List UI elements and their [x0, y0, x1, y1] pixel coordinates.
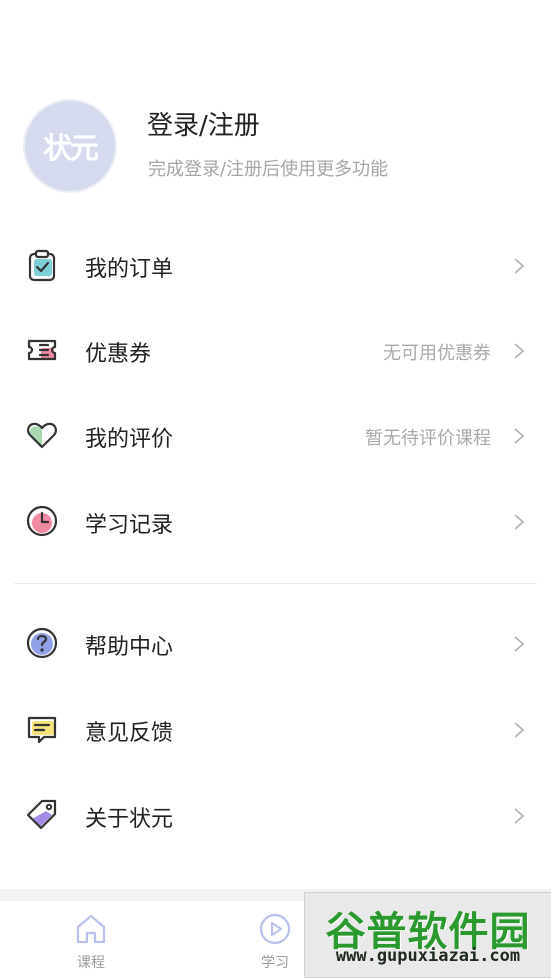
tab-label: 课程: [77, 955, 105, 971]
chevron-right-icon: [514, 428, 525, 444]
menu-item-reviews[interactable]: 我的评价 暂无待评价课程: [0, 400, 551, 470]
tag-icon: [26, 799, 57, 830]
menu-label: 帮助中心: [85, 635, 174, 660]
chevron-right-icon: [514, 722, 525, 738]
feedback-message-icon: [27, 716, 57, 744]
menu-value: 无可用优惠券: [383, 343, 491, 364]
menu-item-coupons[interactable]: 优惠券 无可用优惠券: [0, 315, 551, 385]
chevron-right-icon: [514, 258, 525, 274]
help-question-icon: [26, 627, 58, 659]
home-icon: [76, 914, 106, 944]
menu-item-feedback[interactable]: 意见反馈: [0, 694, 551, 764]
avatar[interactable]: 状元: [25, 101, 115, 191]
menu-value: 暂无待评价课程: [365, 428, 491, 449]
menu-item-help-center[interactable]: 帮助中心: [0, 608, 551, 678]
heart-icon: [26, 422, 58, 449]
menu-item-about[interactable]: 关于状元: [0, 780, 551, 850]
login-register-subtitle: 完成登录/注册后使用更多功能: [148, 159, 389, 180]
watermark-url: www.gupuxiazai.com: [335, 946, 521, 966]
menu-item-study-records[interactable]: 学习记录: [0, 486, 551, 556]
watermark-banner: 谷普软件园 www.gupuxiazai.com: [304, 892, 551, 978]
chevron-right-icon: [514, 808, 525, 824]
play-circle-icon: [259, 913, 291, 945]
tab-courses[interactable]: 课程: [31, 901, 151, 979]
avatar-text: 状元: [42, 131, 99, 165]
section-divider: [14, 583, 537, 584]
menu-label: 我的评价: [85, 427, 174, 452]
order-clipboard-icon: [28, 249, 56, 282]
menu-label: 学习记录: [85, 513, 174, 538]
chevron-right-icon: [514, 343, 525, 359]
clock-icon: [26, 505, 58, 537]
menu-label: 意见反馈: [85, 721, 174, 746]
menu-item-orders[interactable]: 我的订单: [0, 230, 551, 300]
login-register-profile[interactable]: 状元 登录/注册 完成登录/注册后使用更多功能: [0, 95, 551, 195]
login-register-title[interactable]: 登录/注册: [147, 105, 260, 142]
coupon-ticket-icon: [27, 339, 57, 361]
menu-label: 优惠券: [85, 342, 152, 367]
menu-label: 我的订单: [85, 257, 174, 282]
chevron-right-icon: [514, 636, 525, 652]
chevron-right-icon: [514, 514, 525, 530]
menu-label: 关于状元: [85, 807, 174, 832]
